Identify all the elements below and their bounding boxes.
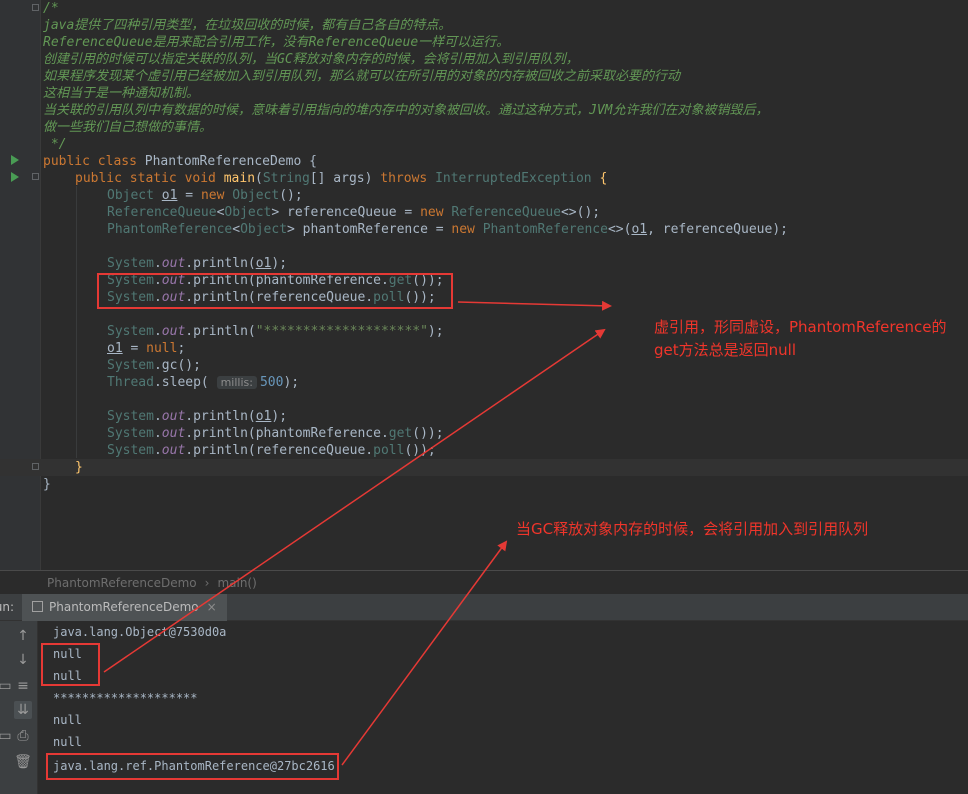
code-line: System.out.println(o1);: [107, 409, 288, 424]
annotation-line: get方法总是返回null: [654, 341, 796, 359]
trash-icon[interactable]: 🗑: [14, 753, 32, 771]
fold-end-icon[interactable]: [32, 463, 39, 470]
down-arrow-icon[interactable]: ↓: [14, 651, 32, 669]
console-output-line: null: [53, 713, 82, 727]
console-icon: [32, 601, 43, 612]
run-main-icon[interactable]: [11, 172, 19, 182]
comment-line: 如果程序发现某个虚引用已经被加入到引用队列，那么就可以在所引用的对象的内存被回收…: [43, 69, 681, 84]
param-hint: millis:: [216, 376, 257, 389]
code-line: System.out.println(phantomReference.get(…: [107, 426, 444, 441]
editor-gutter[interactable]: [0, 0, 40, 570]
up-arrow-icon[interactable]: ↑: [14, 627, 32, 645]
code-line: Thread.sleep( millis: 500);: [107, 375, 300, 390]
comment-line: */: [43, 137, 67, 152]
code-line: PhantomReference<Object> phantomReferenc…: [107, 222, 788, 237]
comment-line: 这相当于是一种通知机制。: [43, 86, 200, 101]
code-line: System.out.println(referenceQueue.poll()…: [107, 443, 436, 458]
breadcrumb-separator: ›: [204, 576, 210, 590]
class-declaration-line: public class PhantomReferenceDemo {: [43, 154, 317, 169]
exception-name: InterruptedException: [435, 171, 592, 186]
method-name: main: [223, 171, 256, 186]
gutter-divider: [40, 0, 41, 570]
comment-line: 创建引用的时候可以指定关联的队列，当GC释放对象内存的时候，会将引用加入到引用队…: [43, 52, 579, 67]
side-icon[interactable]: ▭: [0, 727, 14, 745]
annotation-line: 虚引用，形同虚设，PhantomReference的: [654, 318, 947, 336]
scroll-to-end-icon[interactable]: ⇊: [14, 701, 32, 719]
code-line: System.out.println("********************…: [107, 324, 444, 339]
method-close-brace: }: [75, 460, 83, 475]
run-tab[interactable]: PhantomReferenceDemo ×: [22, 594, 227, 621]
fold-comment-icon[interactable]: [32, 4, 39, 11]
highlight-box-nulls: [41, 643, 100, 686]
close-icon[interactable]: ×: [207, 600, 217, 614]
comment-line: /*: [43, 1, 59, 16]
stars-string: "********************": [255, 324, 428, 339]
method-declaration-line: public static void main(String[] args) t…: [75, 171, 608, 186]
code-line: Object o1 = new Object();: [107, 188, 303, 203]
run-class-icon[interactable]: [11, 155, 19, 165]
run-toolbar: ↑ ↓ ≡ ⇊ ⎙ 🗑 ▭ ▭: [0, 621, 38, 794]
class-close-brace: }: [43, 477, 51, 492]
fold-method-icon[interactable]: [32, 173, 39, 180]
breadcrumb-method[interactable]: main(): [217, 576, 256, 590]
print-icon[interactable]: ⎙: [14, 727, 32, 745]
code-line: ReferenceQueue<Object> referenceQueue = …: [107, 205, 601, 220]
code-line: System.out.println(o1);: [107, 256, 288, 271]
sleep-value: 500: [259, 375, 284, 390]
comment-line: 当关联的引用队列中有数据的时候，意味着引用指向的堆内存中的对象被回收。通过这种方…: [43, 103, 769, 118]
run-tab-bar: Run: PhantomReferenceDemo ×: [0, 594, 968, 621]
indent-guide: [76, 186, 77, 458]
current-line-highlight: [0, 459, 968, 476]
class-name: PhantomReferenceDemo: [144, 154, 302, 169]
comment-line: ReferenceQueue是用来配合引用工作，没有ReferenceQueue…: [43, 35, 510, 50]
annotation-note-gc-queue: 当GC释放对象内存的时候，会将引用加入到引用队列: [516, 520, 869, 538]
side-icon[interactable]: ▭: [0, 677, 14, 695]
run-tab-label: PhantomReferenceDemo: [49, 600, 199, 614]
console-output-line: java.lang.Object@7530d0a: [53, 625, 227, 639]
comment-line: 做一些我们自己想做的事情。: [43, 120, 213, 135]
annotation-note-get-null: 虚引用，形同虚设，PhantomReference的 get方法总是返回null: [654, 316, 946, 362]
run-label: Run:: [0, 600, 15, 614]
breadcrumb: PhantomReferenceDemo › main(): [0, 570, 968, 594]
code-line: o1 = null;: [107, 341, 186, 356]
console-output-line: null: [53, 735, 82, 749]
highlight-box-get-poll: [97, 273, 453, 309]
comment-line: java提供了四种引用类型，在垃圾回收的时候，都有自己各自的特点。: [43, 18, 452, 33]
breadcrumb-class[interactable]: PhantomReferenceDemo: [47, 576, 197, 590]
code-line: System.gc();: [107, 358, 201, 373]
console-output-line: ********************: [53, 691, 198, 705]
highlight-box-phantom-ref: [46, 753, 339, 780]
soft-wrap-icon[interactable]: ≡: [14, 677, 32, 695]
